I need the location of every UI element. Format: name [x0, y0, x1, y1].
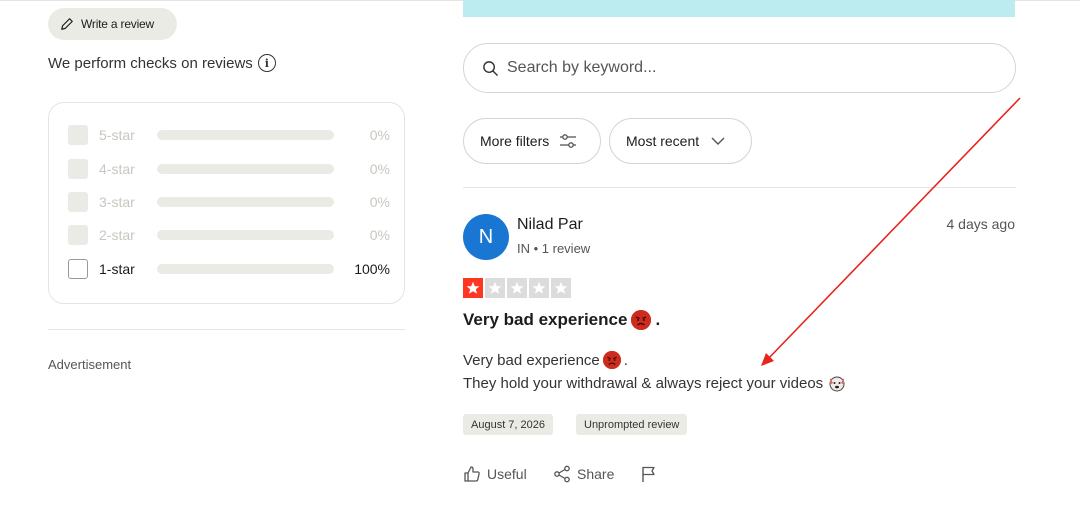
sort-dropdown[interactable]: Most recent	[609, 118, 752, 164]
angry-face-icon	[602, 351, 621, 369]
flag-icon	[642, 466, 655, 482]
info-icon[interactable]: i	[257, 54, 276, 72]
rating-filter-3-star[interactable]: 3-star 0%	[68, 192, 390, 212]
more-filters-button[interactable]: More filters	[463, 118, 601, 164]
thumbs-up-icon	[464, 466, 480, 482]
star-icon	[485, 278, 505, 298]
reviewer-meta: IN • 1 review	[517, 241, 591, 256]
star-icon	[551, 278, 571, 298]
review-date-tag: August 7, 2026	[463, 414, 554, 435]
more-filters-label: More filters	[480, 133, 550, 149]
unprompted-review-tag[interactable]: Unprompted review	[576, 414, 688, 435]
search-input[interactable]: Search by keyword...	[463, 43, 1016, 93]
write-review-button[interactable]: Write a review	[48, 8, 177, 40]
star-rating	[463, 278, 571, 298]
share-label: Share	[577, 466, 615, 482]
review-body-line-1: Very bad experience .	[463, 351, 628, 369]
review-body-line-2: They hold your withdrawal & always rejec…	[463, 374, 847, 392]
sliders-icon	[560, 134, 577, 148]
share-icon	[554, 465, 570, 483]
pencil-icon	[61, 18, 73, 30]
rating-label: 1-star	[99, 261, 135, 277]
sort-label: Most recent	[626, 133, 700, 149]
review-checks-text: We perform checks on reviews	[48, 54, 253, 72]
review-posted-ago: 4 days ago	[946, 216, 1016, 232]
share-button[interactable]: Share	[553, 465, 614, 483]
review-body-line-1-text: Very bad experience	[463, 351, 600, 369]
report-flag-button[interactable]	[640, 465, 658, 483]
chevron-down-icon	[711, 137, 725, 145]
dog-face-icon	[829, 376, 845, 392]
star-icon	[463, 278, 483, 298]
rating-bar	[157, 230, 334, 240]
rating-checkbox[interactable]	[68, 192, 88, 212]
review-body-line-2-text: They hold your withdrawal & always rejec…	[463, 374, 824, 392]
rating-percent: 0%	[369, 127, 390, 143]
rating-checkbox[interactable]	[68, 159, 88, 179]
rating-label: 4-star	[99, 161, 135, 177]
review-checks-note[interactable]: We perform checks on reviews i	[48, 54, 276, 72]
search-icon	[483, 60, 498, 76]
rating-filter-2-star[interactable]: 2-star 0%	[68, 225, 390, 245]
rating-checkbox[interactable]	[68, 259, 88, 279]
rating-filter-1-star[interactable]: 1-star 100%	[68, 259, 390, 279]
rating-filter-4-star[interactable]: 4-star 0%	[68, 159, 390, 179]
rating-percent: 0%	[369, 227, 390, 243]
rating-percent: 100%	[354, 261, 390, 277]
rating-checkbox[interactable]	[68, 125, 88, 145]
useful-label: Useful	[487, 466, 527, 482]
rating-distribution-card: 5-star 0% 4-star 0% 3-star 0% 2-star 0% …	[48, 102, 405, 304]
rating-bar	[157, 264, 334, 274]
sidebar-divider	[48, 329, 405, 330]
rating-bar	[157, 130, 334, 140]
review-title-suffix: .	[655, 310, 661, 329]
rating-bar	[157, 164, 334, 174]
review-title[interactable]: Very bad experience .	[463, 310, 660, 330]
reviews-divider	[463, 187, 1016, 188]
write-review-label: Write a review	[81, 17, 154, 31]
rating-percent: 0%	[369, 161, 390, 177]
rating-percent: 0%	[369, 194, 390, 210]
reviewer-name[interactable]: Nilad Par	[517, 216, 583, 234]
top-banner	[463, 0, 1015, 17]
useful-button[interactable]: Useful	[463, 465, 527, 483]
review-title-text: Very bad experience	[463, 310, 628, 329]
star-icon	[507, 278, 527, 298]
rating-checkbox[interactable]	[68, 225, 88, 245]
angry-face-icon	[631, 310, 652, 330]
review-body-line-1-suffix: .	[623, 351, 628, 369]
avatar[interactable]: N	[463, 214, 509, 260]
star-icon	[529, 278, 549, 298]
annotation-arrow-head	[761, 353, 774, 366]
rating-label: 5-star	[99, 127, 135, 143]
rating-label: 2-star	[99, 227, 135, 243]
advertisement-label: Advertisement	[48, 357, 132, 372]
rating-filter-5-star[interactable]: 5-star 0%	[68, 125, 390, 145]
rating-bar	[157, 197, 334, 207]
rating-label: 3-star	[99, 194, 135, 210]
search-placeholder: Search by keyword...	[507, 59, 657, 76]
